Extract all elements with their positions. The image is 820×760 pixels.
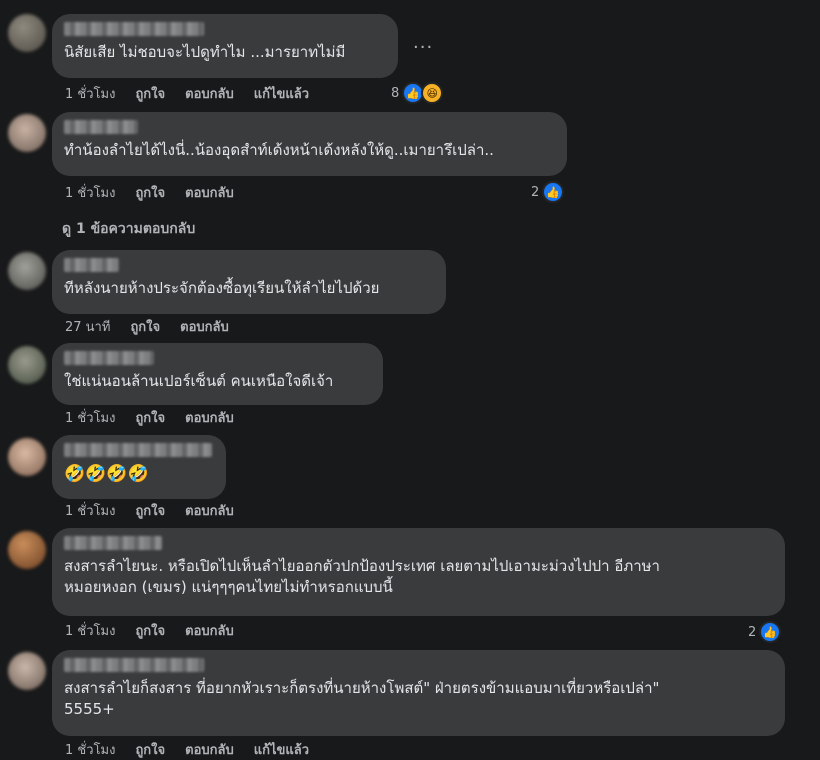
author-name[interactable] xyxy=(64,536,162,550)
comment-text: ใช่แน่นอนล้านเปอร์เซ็นต์ คนเหนือใจดีเจ้า xyxy=(64,372,334,390)
like-button[interactable]: ถูกใจ xyxy=(135,83,165,104)
reaction-count: 2 xyxy=(531,184,540,200)
like-icon: 👍 xyxy=(759,621,782,643)
author-name[interactable] xyxy=(64,351,154,365)
avatar[interactable] xyxy=(8,652,46,690)
like-button[interactable]: ถูกใจ xyxy=(135,182,165,203)
avatar[interactable] xyxy=(8,438,46,476)
avatar[interactable] xyxy=(8,114,46,152)
comment-bubble: 🤣🤣🤣🤣 xyxy=(52,435,226,499)
timestamp[interactable]: 1 ชั่วโมง xyxy=(65,500,115,521)
comment-text: ทำน้องลำไยได้ไงนี่..น้องอุดสำท์เด้งหน้าเ… xyxy=(64,141,494,159)
like-button[interactable]: ถูกใจ xyxy=(135,739,165,760)
haha-icon: 😆 xyxy=(421,82,444,104)
timestamp[interactable]: 1 ชั่วโมง xyxy=(65,182,115,203)
reply-button[interactable]: ตอบกลับ xyxy=(185,83,234,104)
reply-button[interactable]: ตอบกลับ xyxy=(185,739,234,760)
author-name[interactable] xyxy=(64,658,204,672)
timestamp[interactable]: 1 ชั่วโมง xyxy=(65,83,115,104)
author-name[interactable] xyxy=(64,443,212,457)
comment-text: สงสารลำไยก็สงสาร ที่อยากหัวเราะก็ตรงที่น… xyxy=(64,679,660,718)
reaction-summary[interactable]: 2 👍 xyxy=(531,181,565,203)
comment-text: นิสัยเสีย ไม่ชอบจะไปดูทำไม ...มารยาทไม่ม… xyxy=(64,43,346,61)
like-button[interactable]: ถูกใจ xyxy=(135,500,165,521)
comment-actions: 27 นาที ถูกใจ ตอบกลับ xyxy=(65,317,229,335)
reply-button[interactable]: ตอบกลับ xyxy=(185,182,234,203)
comment-bubble: ทำน้องลำไยได้ไงนี่..น้องอุดสำท์เด้งหน้าเ… xyxy=(52,112,567,176)
like-button[interactable]: ถูกใจ xyxy=(130,316,160,337)
author-name[interactable] xyxy=(64,258,119,272)
comment-bubble: นิสัยเสีย ไม่ชอบจะไปดูทำไม ...มารยาทไม่ม… xyxy=(52,14,398,78)
reaction-count: 2 xyxy=(748,624,757,640)
comment-actions: 1 ชั่วโมง ถูกใจ ตอบกลับ xyxy=(65,183,234,201)
author-name[interactable] xyxy=(64,120,138,134)
comment-bubble: สงสารลำไยนะ. หรือเปิดไปเห็นลำไยออกตัวปกป… xyxy=(52,528,785,616)
like-button[interactable]: ถูกใจ xyxy=(135,620,165,641)
timestamp[interactable]: 1 ชั่วโมง xyxy=(65,407,115,428)
comment-text: ทีหลังนายห้างประจักต้องซื้อทุเรียนให้ลำไ… xyxy=(64,279,380,297)
comment-text: 🤣🤣🤣🤣 xyxy=(64,464,149,484)
comment-bubble: ทีหลังนายห้างประจักต้องซื้อทุเรียนให้ลำไ… xyxy=(52,250,446,314)
comment-actions: 1 ชั่วโมง ถูกใจ ตอบกลับ xyxy=(65,408,234,426)
author-name[interactable] xyxy=(64,22,204,36)
avatar[interactable] xyxy=(8,346,46,384)
edited-label[interactable]: แก้ไขแล้ว xyxy=(254,739,309,760)
comment-actions: 1 ชั่วโมง ถูกใจ ตอบกลับ xyxy=(65,501,234,519)
timestamp[interactable]: 1 ชั่วโมง xyxy=(65,620,115,641)
edited-label[interactable]: แก้ไขแล้ว xyxy=(254,83,309,104)
reply-button[interactable]: ตอบกลับ xyxy=(185,407,234,428)
reaction-summary[interactable]: 8 👍 😆 xyxy=(391,82,444,104)
comment-bubble: ใช่แน่นอนล้านเปอร์เซ็นต์ คนเหนือใจดีเจ้า xyxy=(52,343,383,405)
reply-button[interactable]: ตอบกลับ xyxy=(185,620,234,641)
reply-button[interactable]: ตอบกลับ xyxy=(180,316,229,337)
reply-button[interactable]: ตอบกลับ xyxy=(185,500,234,521)
avatar[interactable] xyxy=(8,14,46,52)
avatar[interactable] xyxy=(8,252,46,290)
like-icon: 👍 xyxy=(542,181,565,203)
more-options-icon[interactable]: ... xyxy=(413,32,433,53)
timestamp[interactable]: 27 นาที xyxy=(65,316,110,337)
comment-bubble: สงสารลำไยก็สงสาร ที่อยากหัวเราะก็ตรงที่น… xyxy=(52,650,785,736)
reaction-summary[interactable]: 2 👍 xyxy=(748,621,782,643)
like-button[interactable]: ถูกใจ xyxy=(135,407,165,428)
timestamp[interactable]: 1 ชั่วโมง xyxy=(65,739,115,760)
comment-text: สงสารลำไยนะ. หรือเปิดไปเห็นลำไยออกตัวปกป… xyxy=(64,557,660,596)
view-replies-link[interactable]: ดู 1 ข้อความตอบกลับ xyxy=(62,218,195,240)
comment-actions: 1 ชั่วโมง ถูกใจ ตอบกลับ แก้ไขแล้ว xyxy=(65,740,309,758)
avatar[interactable] xyxy=(8,531,46,569)
comment-actions: 1 ชั่วโมง ถูกใจ ตอบกลับ แก้ไขแล้ว xyxy=(65,84,309,102)
comment-actions: 1 ชั่วโมง ถูกใจ ตอบกลับ xyxy=(65,621,234,639)
reaction-count: 8 xyxy=(391,85,400,101)
